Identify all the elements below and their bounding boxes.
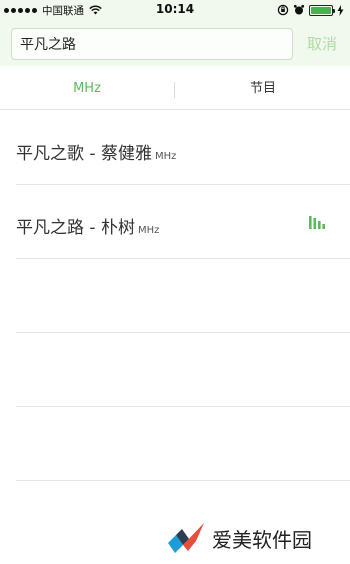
cancel-button[interactable]: 取消 [301,28,343,60]
search-input[interactable] [11,28,293,60]
empty-row [0,333,350,407]
result-title-text: 平凡之歌 - 蔡健雅 [16,144,152,164]
tab-programs[interactable]: 节目 [176,68,350,110]
result-unit: MHz [137,225,160,236]
rotation-lock-icon [277,4,289,16]
tab-bar: MHz 节目 [0,68,350,110]
result-title: 平凡之路 - 朴树 MHz [16,213,159,238]
list-item[interactable]: 平凡之路 - 朴树 MHz [0,185,350,259]
empty-row [0,407,350,481]
app-screen: 中国联通 10:14 平凡之路 取消 MHz 节目 平凡之歌 - 蔡健雅 MHz… [0,0,350,564]
tab-divider [174,82,175,98]
result-unit: MHz [154,151,177,162]
result-title: 平凡之歌 - 蔡健雅 MHz [16,139,176,164]
result-list: 平凡之歌 - 蔡健雅 MHz 平凡之路 - 朴树 MHz [0,111,350,481]
divider [16,480,350,481]
status-bar: 中国联通 10:14 [0,0,350,20]
watermark-logo-icon [168,523,204,553]
watermark: 爱美软件园 [166,520,312,556]
tab-mhz[interactable]: MHz [0,68,174,110]
list-item[interactable]: 平凡之歌 - 蔡健雅 MHz [0,111,350,185]
status-right [277,3,344,17]
watermark-text: 爱美软件园 [212,527,312,552]
battery-icon [309,4,335,16]
search-bar: 取消 [0,28,350,62]
empty-row [0,259,350,333]
now-playing-icon [309,216,325,229]
alarm-icon [293,4,305,15]
charging-icon [337,4,344,16]
battery-fill [311,6,331,14]
result-title-text: 平凡之路 - 朴树 [16,218,135,238]
header: 中国联通 10:14 平凡之路 取消 [0,0,350,66]
